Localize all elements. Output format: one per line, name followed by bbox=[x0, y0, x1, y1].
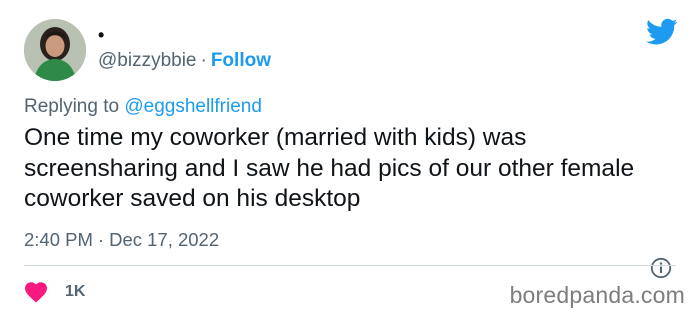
tweet-date: Dec 17, 2022 bbox=[109, 229, 220, 250]
tweet-text: One time my coworker (married with kids)… bbox=[24, 124, 635, 212]
tweet-timestamp[interactable]: 2:40 PM · Dec 17, 2022 bbox=[24, 228, 219, 252]
avatar[interactable] bbox=[24, 19, 86, 81]
reply-context: Replying to @eggshellfriend bbox=[24, 95, 262, 119]
twitter-bird-icon[interactable] bbox=[646, 18, 678, 46]
watermark: boredpanda.com bbox=[509, 282, 685, 308]
reply-prefix: Replying to bbox=[24, 96, 120, 117]
author-handle[interactable]: @bizzybbie bbox=[98, 50, 197, 71]
avatar-photo bbox=[24, 19, 86, 81]
author-handle-line: @bizzybbie · Follow bbox=[98, 50, 271, 72]
info-icon[interactable] bbox=[650, 257, 672, 279]
display-name[interactable]: • bbox=[98, 26, 104, 44]
tweet-time: 2:40 PM bbox=[24, 229, 93, 250]
handle-separator: · bbox=[200, 50, 207, 71]
like-button[interactable]: 1K bbox=[24, 281, 85, 303]
timestamp-separator: · bbox=[97, 229, 105, 250]
follow-button[interactable]: Follow bbox=[211, 50, 271, 71]
heart-icon bbox=[25, 282, 47, 303]
reply-mention-link[interactable]: @eggshellfriend bbox=[124, 96, 262, 117]
like-count: 1K bbox=[65, 283, 86, 300]
divider bbox=[24, 265, 676, 266]
